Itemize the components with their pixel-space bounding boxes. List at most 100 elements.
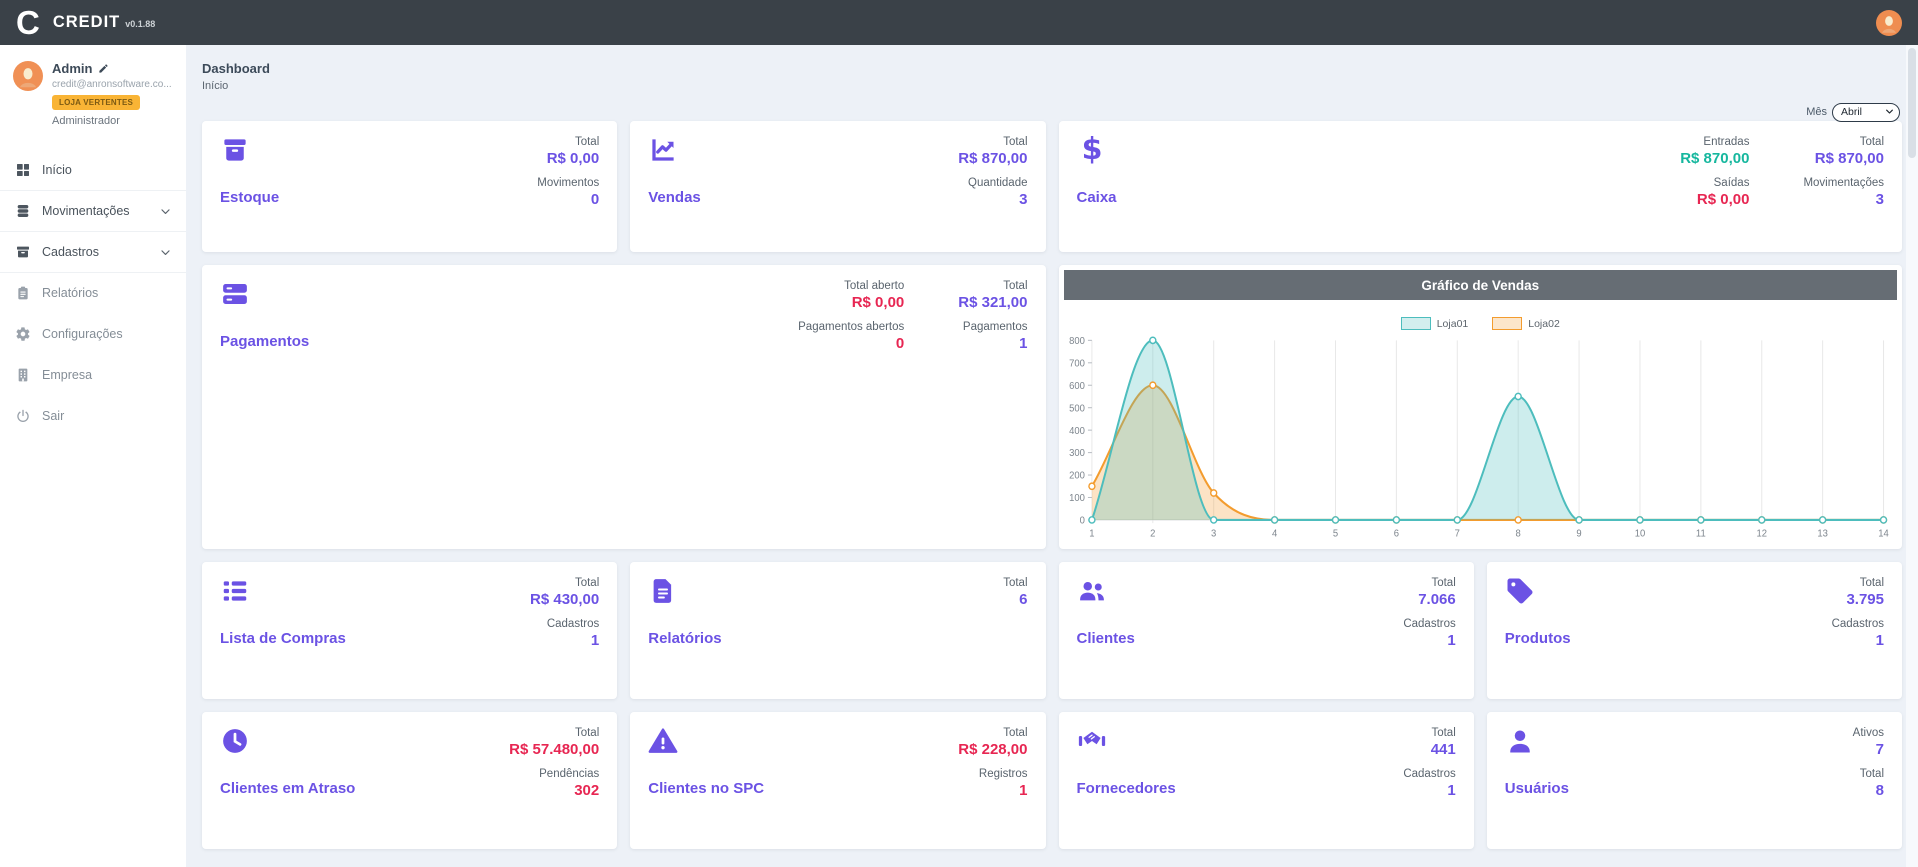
- sales-area-chart: 1234567891011121314010020030040050060070…: [1065, 332, 1897, 545]
- card-title-fornecedores[interactable]: Fornecedores: [1077, 780, 1176, 797]
- legend-swatch: [1401, 317, 1431, 330]
- stat: Movimentações 3: [1803, 176, 1884, 210]
- card-title-clientes-em-atraso[interactable]: Clientes em Atraso: [220, 780, 355, 797]
- user-email: credit@anronsoftware.co...: [52, 79, 172, 90]
- card-stats: Ativos 7 Total 8: [1853, 726, 1884, 808]
- card-title-estoque[interactable]: Estoque: [220, 189, 279, 206]
- stat-value: R$ 228,00: [958, 740, 1027, 760]
- sidebar-item-configuracoes[interactable]: Configurações: [0, 313, 186, 354]
- card-heading: Produtos: [1505, 576, 1571, 647]
- stat-value: 8: [1853, 781, 1884, 801]
- card-stats: Total R$ 0,00 Movimentos 0: [537, 135, 599, 217]
- stat-label: Total: [1803, 135, 1884, 149]
- stat-label: Saídas: [1680, 176, 1749, 190]
- svg-text:10: 10: [1634, 528, 1645, 539]
- stat-column: Total aberto R$ 0,00 Pagamentos abertos …: [798, 279, 904, 361]
- stat-label: Pagamentos abertos: [798, 320, 904, 334]
- legend-item-loja02[interactable]: Loja02: [1492, 317, 1560, 330]
- card-stats: Total R$ 870,00 Quantidade 3: [958, 135, 1027, 217]
- svg-text:14: 14: [1878, 528, 1889, 539]
- card-title-usuarios[interactable]: Usuários: [1505, 780, 1569, 797]
- file-lines-icon: [648, 576, 678, 606]
- scrollbar[interactable]: [1906, 45, 1918, 867]
- sidebar-item-label: Empresa: [42, 368, 92, 382]
- stat-value: 1: [958, 781, 1027, 801]
- user-avatar-button[interactable]: [1876, 10, 1902, 36]
- card-produtos: Produtos Total 3.795 Cadastros 1: [1487, 562, 1902, 699]
- stat-column: Total R$ 870,00 Movimentações 3: [1803, 135, 1884, 217]
- card-stats: Total R$ 430,00 Cadastros 1: [530, 576, 599, 658]
- card-stats: Total R$ 57.480,00 Pendências 302: [509, 726, 599, 808]
- clipboard-icon: [15, 285, 31, 301]
- card-stats: Total 6: [1003, 576, 1027, 617]
- chart-legend: Loja01 Loja02: [1059, 317, 1903, 330]
- sidebar-item-label: Relatórios: [42, 286, 98, 300]
- scrollbar-thumb[interactable]: [1908, 48, 1916, 158]
- stat: Total R$ 57.480,00: [509, 726, 599, 760]
- stat-value: R$ 0,00: [537, 149, 599, 169]
- stat-value: R$ 57.480,00: [509, 740, 599, 760]
- stat: Total 8: [1853, 767, 1884, 801]
- sidebar-item-relatorios[interactable]: Relatórios: [0, 272, 186, 313]
- card-heading: Estoque: [220, 135, 279, 206]
- stat-label: Ativos: [1853, 726, 1884, 740]
- stat: Total R$ 870,00: [958, 135, 1027, 169]
- stat-value: 6: [1003, 590, 1027, 610]
- svg-text:800: 800: [1069, 336, 1085, 347]
- svg-text:3: 3: [1211, 528, 1216, 539]
- card-title-caixa[interactable]: Caixa: [1077, 189, 1117, 206]
- card-title-clientes[interactable]: Clientes: [1077, 630, 1135, 647]
- stat-value: R$ 430,00: [530, 590, 599, 610]
- svg-text:0: 0: [1079, 515, 1085, 526]
- sidebar-item-inicio[interactable]: Início: [0, 149, 186, 190]
- stat-value: 1: [1403, 781, 1455, 801]
- card-stats: Total 3.795 Cadastros 1: [1832, 576, 1884, 658]
- month-select[interactable]: Abril: [1832, 103, 1900, 122]
- stat-label: Cadastros: [530, 617, 599, 631]
- users-icon: [1077, 576, 1107, 606]
- card-title-pagamentos[interactable]: Pagamentos: [220, 333, 309, 350]
- clock-icon: [220, 726, 250, 756]
- avatar: [13, 61, 43, 91]
- card-stats: Total 7.066 Cadastros 1: [1403, 576, 1455, 658]
- stat-value: 1: [530, 631, 599, 651]
- svg-text:12: 12: [1756, 528, 1767, 539]
- svg-text:4: 4: [1271, 528, 1277, 539]
- stat: Quantidade 3: [958, 176, 1027, 210]
- chevron-down-icon: [159, 205, 172, 218]
- box-icon: [220, 135, 250, 165]
- card-title-produtos[interactable]: Produtos: [1505, 630, 1571, 647]
- stat: Entradas R$ 870,00: [1680, 135, 1749, 169]
- sidebar-item-sair[interactable]: Sair: [0, 395, 186, 436]
- stat-value: 1: [1832, 631, 1884, 651]
- chart-title: Gráfico de Vendas: [1064, 270, 1898, 300]
- sidebar-item-empresa[interactable]: Empresa: [0, 354, 186, 395]
- legend-item-loja01[interactable]: Loja01: [1401, 317, 1469, 330]
- stat-label: Total: [958, 279, 1027, 293]
- card-title-vendas[interactable]: Vendas: [648, 189, 701, 206]
- profile-info: Admin credit@anronsoftware.co... LOJA VE…: [52, 61, 172, 127]
- stat: Total R$ 0,00: [537, 135, 599, 169]
- card-clientes-no-spc: Clientes no SPC Total R$ 228,00 Registro…: [630, 712, 1045, 849]
- stat: Cadastros 1: [1403, 617, 1455, 651]
- card-relatorios: Relatórios Total 6: [630, 562, 1045, 699]
- stat-label: Total: [1003, 576, 1027, 590]
- card-clientes-em-atraso: Clientes em Atraso Total R$ 57.480,00 Pe…: [202, 712, 617, 849]
- svg-text:7: 7: [1454, 528, 1459, 539]
- user-icon: [1505, 726, 1535, 756]
- card-title-lista-de-compras[interactable]: Lista de Compras: [220, 630, 346, 647]
- stat-label: Pagamentos: [958, 320, 1027, 334]
- edit-pencil-icon[interactable]: [98, 63, 109, 74]
- stat: Pendências 302: [509, 767, 599, 801]
- card-heading: Clientes em Atraso: [220, 726, 355, 797]
- stat-label: Total: [958, 726, 1027, 740]
- sidebar-item-cadastros[interactable]: Cadastros: [0, 231, 186, 272]
- card-title-clientes-no-spc[interactable]: Clientes no SPC: [648, 780, 764, 797]
- stat-column: Total 7.066 Cadastros 1: [1403, 576, 1455, 658]
- card-title-relatorios[interactable]: Relatórios: [648, 630, 721, 647]
- svg-text:8: 8: [1515, 528, 1520, 539]
- stat: Total 7.066: [1403, 576, 1455, 610]
- chart-line-icon: [648, 135, 678, 165]
- sidebar-item-movimentacoes[interactable]: Movimentações: [0, 190, 186, 231]
- database-icon: [15, 203, 31, 219]
